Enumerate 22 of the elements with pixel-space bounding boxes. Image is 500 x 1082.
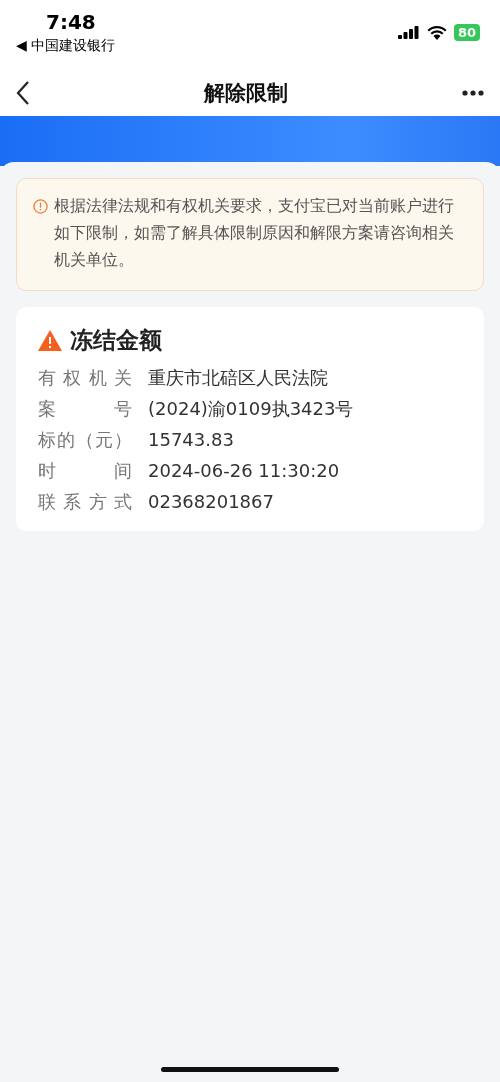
back-to-app-link[interactable]: ◀ 中国建设银行: [16, 37, 116, 55]
field-value: 2024-06-26 11:30:20: [148, 459, 340, 483]
field-value: (2024)渝0109执3423号: [148, 397, 354, 421]
info-icon: [33, 199, 48, 214]
field-label: 案号: [38, 397, 132, 421]
field-value: 15743.83: [148, 428, 234, 452]
field-value: 02368201867: [148, 490, 274, 514]
field-label: 时间: [38, 459, 132, 483]
wifi-icon: [426, 24, 447, 40]
page-title: 解除限制: [204, 80, 288, 107]
field-value: 重庆市北碚区人民法院: [148, 366, 328, 390]
restriction-title: 冻结金额: [70, 326, 162, 355]
back-icon[interactable]: [16, 80, 30, 106]
field-label: 标的（元）: [38, 428, 132, 452]
status-time: 7:48: [46, 10, 97, 34]
notice-text: 根据法律法规和有权机关要求，支付宝已对当前账户进行如下限制，如需了解具体限制原因和解限方案请咨询相关机关单位。: [54, 196, 455, 271]
more-icon[interactable]: [462, 90, 484, 96]
battery-level: 80: [453, 23, 480, 41]
warning-icon: [38, 330, 62, 351]
field-label: 联系方式: [38, 490, 132, 514]
field-label: 有权机关: [38, 366, 132, 390]
signal-icon: [397, 25, 420, 39]
